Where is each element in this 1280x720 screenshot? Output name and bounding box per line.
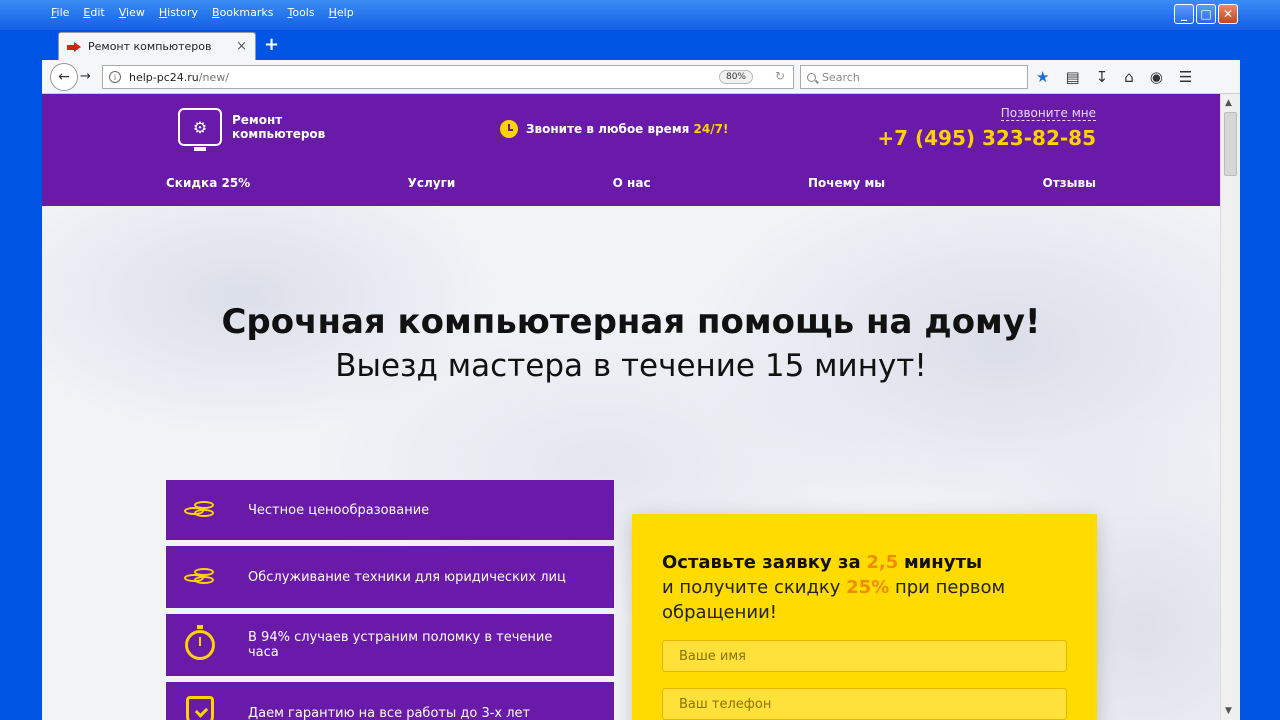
feature-text: Честное ценообразование: [248, 502, 430, 518]
name-field[interactable]: Ваше имя: [662, 640, 1067, 672]
call-anytime-text: Звоните в любое время: [526, 122, 690, 136]
vertical-scrollbar[interactable]: ▲ ▼: [1220, 94, 1240, 720]
call-anytime-accent: 24/7!: [693, 122, 729, 136]
site-nav: Скидка 25% Услуги О нас Почему мы Отзывы: [166, 176, 1096, 190]
reload-icon[interactable]: ↻: [775, 69, 785, 83]
navigation-bar: ← → i help-pc24.ru /new/ 80% ↻ Search ★ …: [42, 60, 1240, 94]
logo-line-1: Ремонт: [232, 113, 283, 127]
minimize-icon: _: [1181, 7, 1187, 21]
feature-item: Даем гарантию на все работы до 3-х лет: [166, 682, 614, 720]
bookmark-star-icon[interactable]: ★: [1036, 68, 1049, 86]
search-icon: [807, 72, 816, 82]
toolbar-icons: ★ ▤ ↧ ⌂ ◉ ☰: [1036, 68, 1192, 86]
name-placeholder: Ваше имя: [679, 648, 746, 664]
hero-subtitle: Выезд мастера в течение 15 минут!: [335, 348, 927, 384]
menu-hamburger-icon[interactable]: ☰: [1179, 68, 1192, 86]
scroll-down-icon[interactable]: ▼: [1225, 706, 1232, 716]
menu-history[interactable]: History: [152, 4, 205, 21]
clock-icon: [500, 120, 518, 138]
form-head-bold-2: минуты: [903, 552, 983, 573]
browser-window: File Edit View History Bookmarks Tools H…: [0, 0, 1280, 720]
form-line-2a: и получите скидку: [662, 577, 841, 598]
menubar: File Edit View History Bookmarks Tools H…: [44, 4, 361, 21]
maximize-button[interactable]: □: [1196, 4, 1216, 24]
search-placeholder: Search: [822, 70, 860, 84]
form-head-accent-2: 25%: [846, 577, 890, 598]
tab-bar: Ремонт компьютеров × +: [42, 30, 1240, 60]
back-button[interactable]: ←: [50, 63, 78, 91]
close-window-button[interactable]: ✕: [1218, 4, 1238, 24]
feature-item: Обслуживание техники для юридических лиц: [166, 546, 614, 608]
menu-help[interactable]: Help: [322, 4, 361, 21]
hero-title: Срочная компьютерная помощь на дому!: [221, 302, 1041, 342]
pocket-icon[interactable]: ◉: [1150, 68, 1163, 86]
menu-view[interactable]: View: [112, 4, 152, 21]
site-header: ⚙ Ремонт компьютеров Звоните в любое вре…: [42, 94, 1220, 206]
tab-title: Ремонт компьютеров: [88, 40, 212, 53]
coins-icon: [182, 559, 218, 595]
back-arrow-icon: ←: [58, 69, 70, 85]
callback-link[interactable]: Позвоните мне: [1000, 106, 1096, 121]
nav-discount[interactable]: Скидка 25%: [166, 176, 250, 190]
features-list: Честное ценообразование Обслуживание тех…: [166, 480, 614, 720]
browser-content: Ремонт компьютеров × + ← → i help-pc24.r…: [42, 30, 1240, 720]
phone-field[interactable]: Ваш телефон: [662, 688, 1067, 720]
tab-close-icon[interactable]: ×: [236, 39, 247, 54]
info-icon[interactable]: i: [109, 71, 121, 83]
menu-file[interactable]: File: [44, 4, 76, 21]
close-icon: ✕: [1222, 7, 1234, 21]
logo-line-2: компьютеров: [232, 127, 326, 141]
form-head-bold: Оставьте заявку за: [662, 552, 861, 573]
maximize-icon: □: [1200, 7, 1212, 21]
downloads-icon[interactable]: ↧: [1096, 68, 1109, 86]
form-head-accent-1: 2,5: [866, 552, 899, 573]
search-input[interactable]: Search: [800, 65, 1028, 89]
coins-icon: [182, 492, 218, 528]
nav-services[interactable]: Услуги: [408, 176, 456, 190]
feature-text: Даем гарантию на все работы до 3-х лет: [248, 705, 531, 720]
zoom-indicator[interactable]: 80%: [718, 70, 753, 84]
request-form: Оставьте заявку за 2,5 минуты и получите…: [632, 514, 1097, 720]
form-heading: Оставьте заявку за 2,5 минуты и получите…: [662, 550, 1062, 625]
timer-icon: [182, 625, 218, 663]
monitor-gear-icon: ⚙: [178, 108, 222, 151]
menu-tools[interactable]: Tools: [280, 4, 321, 21]
arrow-favicon-icon: [67, 41, 81, 52]
feature-item: В 94% случаев устраним поломку в течение…: [166, 614, 614, 676]
call-anytime: Звоните в любое время 24/7!: [500, 120, 728, 138]
home-icon[interactable]: ⌂: [1124, 68, 1134, 86]
new-tab-button[interactable]: +: [264, 34, 279, 55]
feature-text: В 94% случаев устраним поломку в течение…: [248, 630, 553, 660]
nav-why-us[interactable]: Почему мы: [808, 176, 885, 190]
page-viewport: ⚙ Ремонт компьютеров Звоните в любое вре…: [42, 94, 1220, 720]
window-controls: _ □ ✕: [1174, 4, 1238, 24]
menu-bookmarks[interactable]: Bookmarks: [205, 4, 280, 21]
nav-reviews[interactable]: Отзывы: [1043, 176, 1096, 190]
forward-arrow-icon[interactable]: →: [80, 69, 91, 84]
shield-check-icon: [182, 695, 218, 720]
scroll-thumb[interactable]: [1224, 112, 1237, 176]
tab-active[interactable]: Ремонт компьютеров ×: [58, 32, 256, 60]
feature-item: Честное ценообразование: [166, 480, 614, 540]
window-titlebar: File Edit View History Bookmarks Tools H…: [0, 0, 1280, 30]
url-bar[interactable]: i help-pc24.ru /new/ 80% ↻: [102, 65, 794, 89]
logo-text: Ремонт компьютеров: [232, 113, 325, 141]
url-path: /new/: [198, 70, 229, 84]
scroll-up-icon[interactable]: ▲: [1225, 98, 1232, 108]
minimize-button[interactable]: _: [1174, 4, 1194, 24]
nav-about[interactable]: О нас: [613, 176, 651, 190]
phone-placeholder: Ваш телефон: [679, 696, 772, 712]
menu-edit[interactable]: Edit: [76, 4, 111, 21]
url-host: help-pc24.ru: [129, 70, 199, 84]
feature-text: Обслуживание техники для юридических лиц: [248, 569, 566, 585]
site-logo[interactable]: ⚙ Ремонт компьютеров: [178, 108, 325, 151]
reading-list-icon[interactable]: ▤: [1065, 68, 1079, 86]
phone-number[interactable]: +7 (495) 323-82-85: [877, 126, 1096, 150]
